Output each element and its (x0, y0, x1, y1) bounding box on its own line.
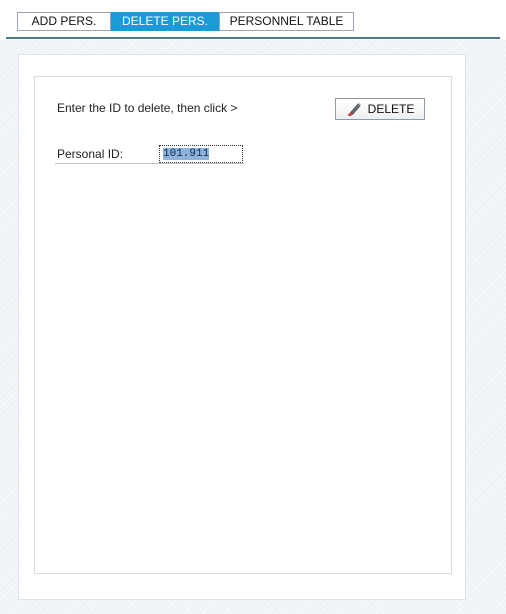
instruction-text: Enter the ID to delete, then click > (57, 101, 238, 115)
tab-bar: ADD PERS. DELETE PERS. PERSONNEL TABLE (0, 0, 506, 40)
tab-underline (6, 37, 500, 39)
tab-delete-pers[interactable]: DELETE PERS. (111, 12, 219, 37)
delete-button-label: DELETE (367, 102, 415, 116)
personal-id-input[interactable]: 101.911 (159, 145, 243, 163)
personal-id-value: 101.911 (163, 148, 210, 160)
eraser-icon (346, 101, 362, 117)
tab-add-pers[interactable]: ADD PERS. (17, 12, 111, 31)
delete-button[interactable]: DELETE (335, 98, 425, 120)
delete-form: Enter the ID to delete, then click > DEL… (34, 76, 452, 574)
delete-personnel-panel: Enter the ID to delete, then click > DEL… (18, 54, 466, 600)
personal-id-label: Personal ID: (57, 147, 124, 161)
personal-id-row: Personal ID: 101.911 (55, 144, 243, 164)
tab-personnel-table[interactable]: PERSONNEL TABLE (219, 12, 354, 31)
